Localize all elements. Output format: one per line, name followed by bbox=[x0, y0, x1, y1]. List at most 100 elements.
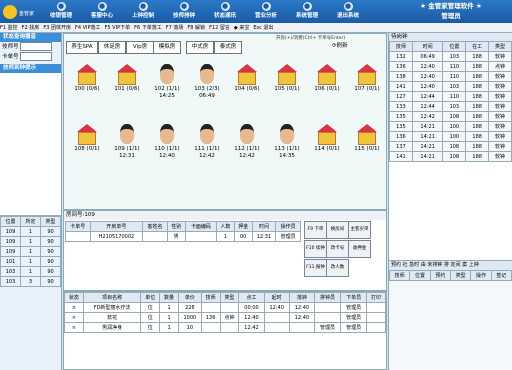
room-tile[interactable]: 112 (1/1) 12:42 bbox=[226, 122, 268, 168]
hotkey-item[interactable]: F12 留言 bbox=[209, 25, 230, 31]
table-cell: 1 bbox=[20, 226, 41, 237]
table-row[interactable]: 109 1 90 bbox=[0, 246, 61, 257]
room-tile[interactable]: 108 (0/1) bbox=[66, 122, 108, 168]
room-tab-5[interactable]: 泰式房 bbox=[214, 41, 242, 54]
right-panel: 待岗钟 技师 时间 位置 在工 类型 132 06:49 103 188 软钟 136 12:40 1… bbox=[388, 33, 512, 370]
table-row[interactable]: 136 14:21 100 188 软钟 bbox=[389, 131, 512, 142]
toolbar-button-0[interactable]: ● 收银管理 bbox=[44, 1, 78, 22]
table-cell: 136 bbox=[200, 312, 221, 323]
table-row[interactable]: 136 12:40 110 188 点钟 bbox=[389, 61, 512, 72]
table-row[interactable]: 141 12:40 103 188 软钟 bbox=[389, 81, 512, 92]
hotkey-item[interactable]: F3 团体开房 bbox=[43, 25, 71, 31]
card-input[interactable] bbox=[20, 52, 53, 61]
table-row[interactable]: 127 12:44 110 188 软钟 bbox=[389, 91, 512, 102]
room-tile[interactable]: 104 (0/6) bbox=[226, 62, 268, 108]
table-cell: 188 bbox=[465, 61, 490, 72]
toolbar-button-6[interactable]: ● 系统管理 bbox=[290, 1, 324, 22]
room-tab-4[interactable]: 中式房 bbox=[186, 41, 214, 54]
hotkey-item[interactable]: Esc 退出 bbox=[253, 25, 273, 31]
table-row[interactable]: n 男润净身位 1 10 12:42 管理员 管理员 bbox=[64, 322, 386, 333]
hotkey-item[interactable]: ◆ 来宝 bbox=[234, 25, 249, 31]
table-row[interactable]: 101 1 90 bbox=[0, 256, 61, 267]
house-icon bbox=[66, 122, 108, 146]
table-row[interactable]: 109 1 90 bbox=[0, 236, 61, 247]
room-tile[interactable]: 113 (1/1) 14:35 bbox=[266, 122, 308, 168]
order-action-button[interactable]: F10 续钟 bbox=[304, 240, 327, 258]
column-header: 技师 bbox=[200, 292, 221, 303]
toolbar-button-3[interactable]: ● 技师排钟 bbox=[167, 1, 201, 22]
table-row[interactable]: 141 14:21 108 188 软钟 bbox=[389, 151, 512, 162]
table-row[interactable]: 138 12:40 110 188 软钟 bbox=[389, 71, 512, 82]
table-cell bbox=[142, 231, 168, 242]
table-cell: 管理员 bbox=[340, 302, 368, 313]
hotkey-item[interactable]: F1 监控 bbox=[0, 25, 18, 31]
table-row[interactable]: H2105170002 男 1 00 12:31 管理员 bbox=[65, 231, 301, 242]
table-row[interactable]: 103 1 90 bbox=[0, 266, 61, 277]
room-tab-1[interactable]: 休足房 bbox=[98, 41, 126, 54]
order-action-button[interactable]: 主客买单 bbox=[348, 221, 371, 239]
toolbar-button-1[interactable]: ● 客服中心 bbox=[85, 1, 119, 22]
order-action-button[interactable]: 换房间 bbox=[326, 221, 349, 239]
order-action-button[interactable]: F9 下单 bbox=[304, 221, 327, 239]
service-icon: ● bbox=[97, 2, 107, 11]
room-tile[interactable]: 101 (0/6) bbox=[106, 62, 148, 108]
room-label: 104 (0/6) bbox=[234, 86, 260, 92]
waiting-table: 技师 时间 位置 在工 类型 132 06:49 103 188 软钟 136 12:40 110 18… bbox=[389, 41, 512, 162]
toolbar-button-5[interactable]: ● 营业分析 bbox=[249, 1, 283, 22]
table-row[interactable]: 103 3 90 bbox=[0, 276, 61, 287]
toolbar-button-2[interactable]: ● 上钟控制 bbox=[126, 1, 160, 22]
table-cell: 软钟 bbox=[488, 81, 512, 92]
toolbar-button-7[interactable]: ● 退出系统 bbox=[331, 1, 365, 22]
room-tile[interactable]: 109 (1/1) 12:31 bbox=[106, 122, 148, 168]
table-cell: 12:40 bbox=[263, 302, 290, 313]
table-row[interactable]: 109 1 90 bbox=[0, 226, 61, 237]
room-label: 112 (1/1) bbox=[234, 146, 260, 152]
order-action-button[interactable]: 改人数 bbox=[326, 259, 349, 277]
table-cell: 103 bbox=[442, 51, 467, 62]
room-tab-0[interactable]: 养生SPA bbox=[66, 41, 98, 54]
hotkey-item[interactable]: F5 VIP下单 bbox=[105, 25, 131, 31]
table-cell: 103 bbox=[0, 266, 21, 277]
tech-input[interactable] bbox=[20, 42, 53, 51]
table-cell: 103 bbox=[442, 101, 467, 112]
room-tile[interactable]: 106 (0/1) bbox=[306, 62, 348, 108]
toolbar-button-4[interactable]: ● 状态通讯 bbox=[208, 1, 242, 22]
room-tile[interactable]: 110 (1/1) 12:40 bbox=[146, 122, 188, 168]
table-row[interactable]: 133 12:44 103 188 软钟 bbox=[389, 101, 512, 112]
order-action-button[interactable]: 收押金 bbox=[348, 240, 371, 258]
room-tile[interactable]: 107 (0/1) bbox=[346, 62, 388, 108]
hotkey-item[interactable]: F6 下单落工 bbox=[134, 25, 162, 31]
refresh-button[interactable]: ⟳刷新 bbox=[332, 41, 358, 52]
table-row[interactable]: 135 14:21 100 188 软钟 bbox=[389, 121, 512, 132]
table-cell: 110 bbox=[442, 61, 467, 72]
room-tab-2[interactable]: Vip房 bbox=[126, 41, 154, 54]
table-row[interactable]: 135 12:42 108 188 软钟 bbox=[389, 111, 512, 122]
table-row[interactable]: 132 06:49 103 188 软钟 bbox=[389, 51, 512, 62]
table-cell: 软花 bbox=[82, 312, 142, 323]
room-tile[interactable]: 102 (1/1) 14:25 bbox=[146, 62, 188, 108]
table-cell: 点钟 bbox=[219, 312, 240, 323]
room-tile[interactable]: 100 (0/6) bbox=[66, 62, 108, 108]
hotkey-item[interactable]: F8 解锁 bbox=[187, 25, 205, 31]
table-row[interactable]: 137 14:21 108 188 软钟 bbox=[389, 141, 512, 152]
room-tile[interactable]: 111 (1/1) 12:42 bbox=[186, 122, 228, 168]
order-action-button[interactable]: 改卡号 bbox=[326, 240, 349, 258]
hotkey-item[interactable]: F2 找房 bbox=[22, 25, 40, 31]
room-tile[interactable]: 105 (0/1) bbox=[266, 62, 308, 108]
hotkey-item[interactable]: F4 VIP落工 bbox=[75, 25, 101, 31]
table-row[interactable]: n 软花位 1 1000 136 点钟 12:40 12:40 管理员 bbox=[64, 312, 386, 323]
toolbar-button-label: 客服中心 bbox=[90, 13, 113, 19]
reservation-tabs[interactable]: 预约 社 急时 由 未排钟 排 定间 案 上钟 bbox=[389, 260, 512, 270]
room-tile[interactable]: 115 (0/1) bbox=[346, 122, 388, 168]
hotkey-item[interactable]: F7 落场 bbox=[166, 25, 184, 31]
room-time: 14:25 bbox=[159, 93, 175, 99]
column-header: 押金 bbox=[233, 221, 253, 232]
room-tile[interactable]: 103 (2/3) 06:49 bbox=[186, 62, 228, 108]
table-row[interactable]: n FD新型丽水疗法位 1 228 00:00 12:40 12:40 管理员 bbox=[64, 302, 386, 313]
room-tile[interactable]: 114 (0/1) bbox=[306, 122, 348, 168]
column-header: 开房单号 bbox=[89, 221, 144, 232]
order-action-button[interactable]: F11 报钟 bbox=[304, 259, 327, 277]
table-cell: FD新型丽水疗法 bbox=[82, 302, 142, 313]
room-tab-3[interactable]: 模拟房 bbox=[153, 41, 181, 54]
reservation-table: 技师 位置 预约 类型 操作 签记 bbox=[388, 270, 512, 281]
